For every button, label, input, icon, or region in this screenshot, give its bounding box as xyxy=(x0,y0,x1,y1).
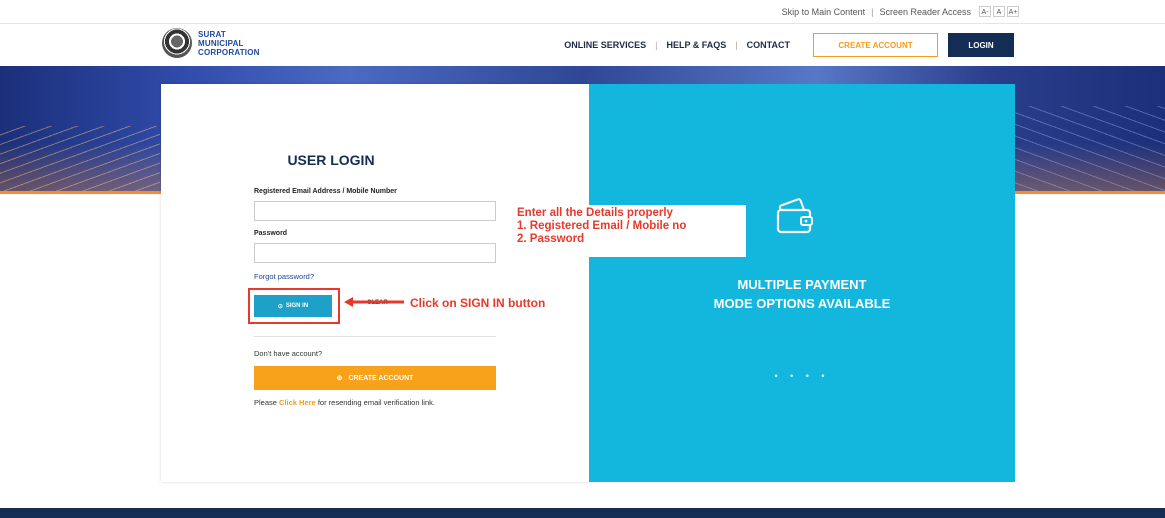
font-decrease-button[interactable]: A- xyxy=(979,6,991,17)
site-logo[interactable]: SURAT MUNICIPAL CORPORATION xyxy=(162,28,260,58)
municipal-seal-icon xyxy=(162,28,192,58)
logo-line-3: CORPORATION xyxy=(198,47,260,57)
signin-button[interactable]: ⊙ SIGN IN xyxy=(254,295,332,317)
utility-separator: | xyxy=(871,6,874,17)
banner-city-lights xyxy=(1015,106,1165,194)
forgot-password-link[interactable]: Forgot password? xyxy=(254,272,314,281)
skip-to-content-link[interactable]: Skip to Main Content xyxy=(782,7,866,17)
annotation-line-2: 1. Registered Email / Mobile no xyxy=(517,220,687,232)
login-title: USER LOGIN xyxy=(287,152,375,168)
password-input[interactable] xyxy=(254,243,496,263)
promo-text: MULTIPLE PAYMENT MODE OPTIONS AVAILABLE xyxy=(589,275,1015,313)
password-label: Password xyxy=(254,230,288,237)
annotation-line-3: 2. Password xyxy=(517,233,585,245)
promo-line-1: MULTIPLE PAYMENT xyxy=(737,277,867,292)
resend-verification-text: Please Click Here for resending email ve… xyxy=(254,398,435,407)
utility-links: Skip to Main Content | Screen Reader Acc… xyxy=(782,6,1019,17)
logo-text: SURAT MUNICIPAL CORPORATION xyxy=(198,30,260,57)
nav-online-services[interactable]: ONLINE SERVICES xyxy=(555,40,655,50)
annotation-arrow-icon xyxy=(344,297,404,307)
annotation-line-1: Enter all the Details properly xyxy=(517,207,673,219)
nav-contact[interactable]: CONTACT xyxy=(738,40,799,50)
signin-icon: ⊙ xyxy=(277,303,283,310)
logo-line-2: MUNICIPAL xyxy=(198,38,244,48)
site-footer xyxy=(0,508,1165,518)
create-account-label: CREATE ACCOUNT xyxy=(348,374,414,382)
utility-bar: Skip to Main Content | Screen Reader Acc… xyxy=(0,0,1165,24)
screen-reader-link[interactable]: Screen Reader Access xyxy=(879,7,971,17)
carousel-dots[interactable]: • • • • xyxy=(589,371,1015,381)
email-mobile-input[interactable] xyxy=(254,201,496,221)
details-annotation: Enter all the Details properly 1. Regist… xyxy=(513,205,746,257)
login-card: USER LOGIN Registered Email Address / Mo… xyxy=(161,84,589,482)
resend-prefix: Please xyxy=(254,398,277,407)
plus-circle-icon: ⊕ xyxy=(336,375,343,382)
font-increase-button[interactable]: A+ xyxy=(1007,6,1019,17)
divider xyxy=(254,336,496,337)
create-account-button[interactable]: ⊕ CREATE ACCOUNT xyxy=(254,366,496,390)
resend-click-here-link[interactable]: Click Here xyxy=(279,398,316,407)
signin-annotation: Click on SIGN IN button xyxy=(410,296,546,310)
banner-light-trails xyxy=(0,126,160,194)
nav-help-faqs[interactable]: HELP & FAQS xyxy=(657,40,735,50)
header-create-account-button[interactable]: CREATE ACCOUNT xyxy=(813,33,938,57)
promo-line-2: MODE OPTIONS AVAILABLE xyxy=(713,296,891,311)
no-account-text: Don't have account? xyxy=(254,349,323,358)
wallet-icon xyxy=(776,198,813,234)
main-nav: ONLINE SERVICES | HELP & FAQS | CONTACT … xyxy=(555,33,1014,57)
payment-promo-panel: MULTIPLE PAYMENT MODE OPTIONS AVAILABLE … xyxy=(589,84,1015,482)
site-header: SURAT MUNICIPAL CORPORATION ONLINE SERVI… xyxy=(0,24,1165,66)
email-label: Registered Email Address / Mobile Number xyxy=(254,188,397,195)
logo-line-1: SURAT xyxy=(198,29,226,39)
font-normal-button[interactable]: A xyxy=(993,6,1005,17)
resend-suffix: for resending email verification link. xyxy=(317,398,435,407)
signin-label: SIGN IN xyxy=(285,303,309,309)
header-login-button[interactable]: LOGIN xyxy=(948,33,1014,57)
